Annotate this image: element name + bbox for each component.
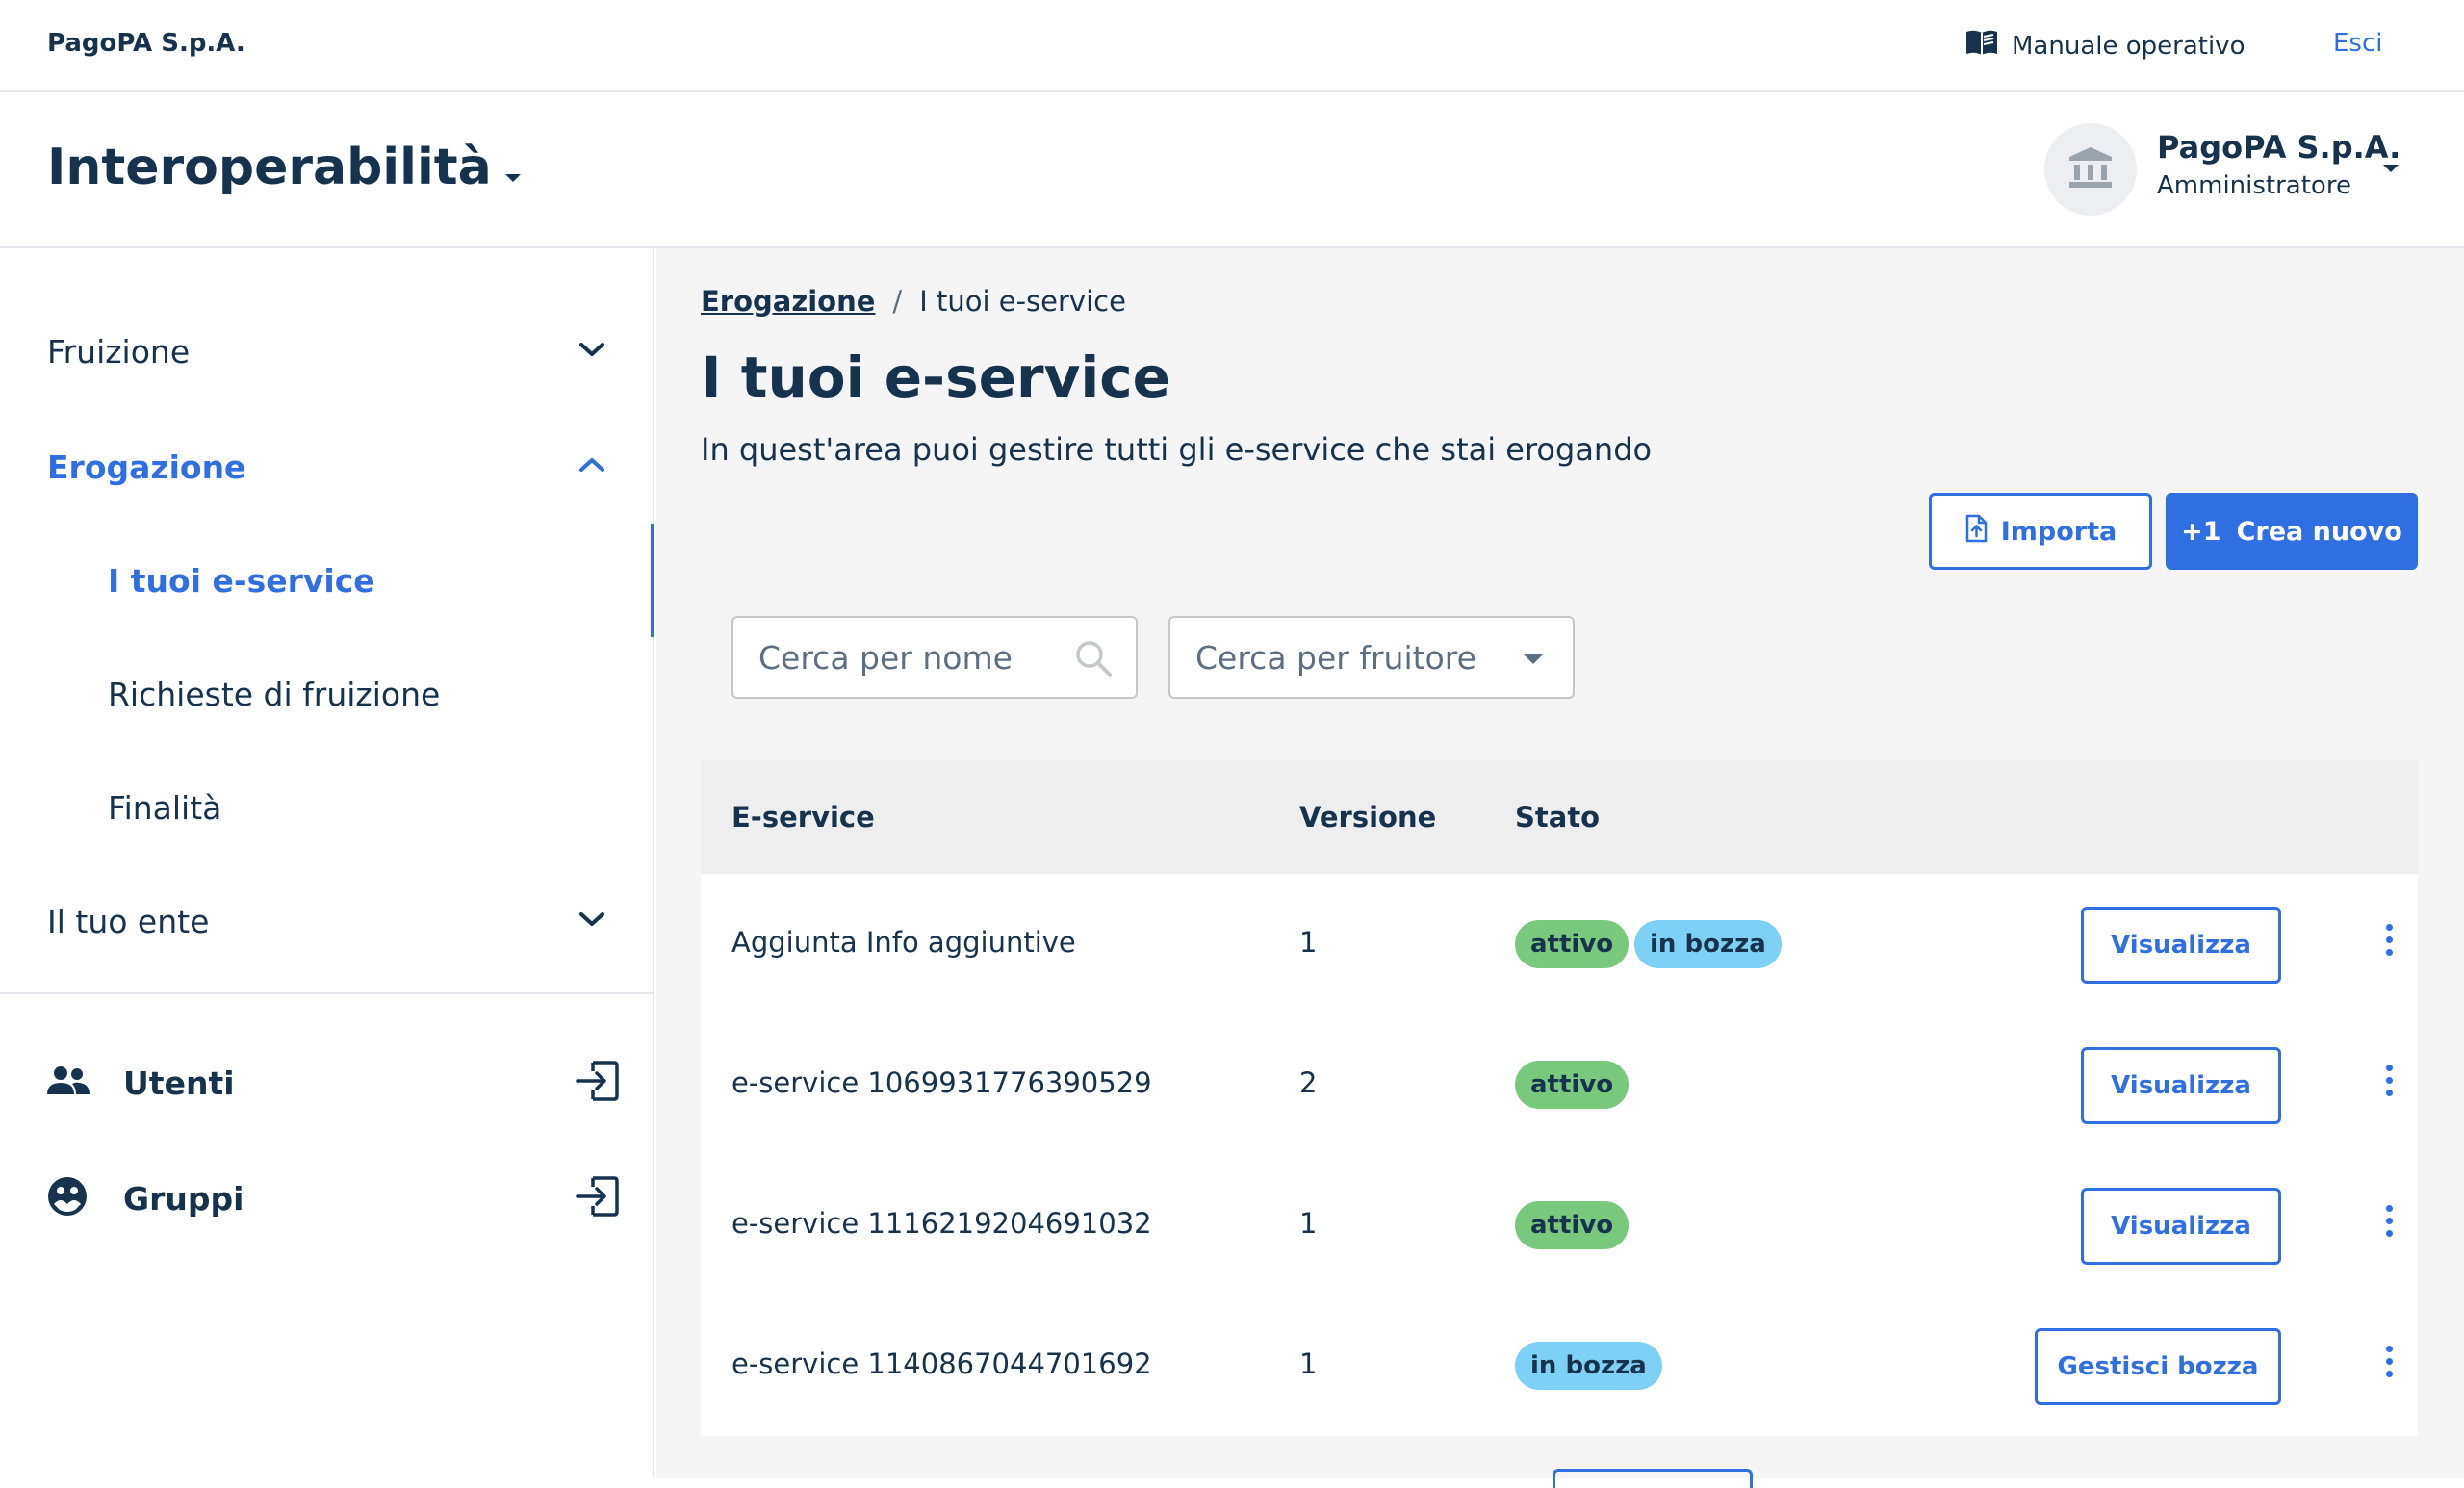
search-name-field xyxy=(732,616,1138,699)
eservice-name: e-service 1069931776390529 xyxy=(732,1066,1152,1099)
breadcrumb-separator: / xyxy=(892,285,903,318)
search-consumer-input[interactable] xyxy=(1170,638,1573,677)
page-title: I tuoi e-service xyxy=(701,345,1170,410)
table-header: E-service Versione Stato xyxy=(701,760,2418,874)
party-role: Amministratore xyxy=(2157,171,2351,200)
sidebar-item-gruppi[interactable]: Gruppi xyxy=(0,1145,654,1251)
sidebar-subitem-label: I tuoi e-service xyxy=(108,561,375,600)
book-open-icon xyxy=(1965,29,1998,63)
people-icon xyxy=(46,1065,90,1100)
party-avatar xyxy=(2044,123,2137,216)
external-link-icon xyxy=(576,1175,620,1221)
import-label: Importa xyxy=(2000,516,2118,547)
table-row: e-service 1140867044701692 1 in bozza Ge… xyxy=(701,1296,2418,1436)
sidebar-divider xyxy=(0,992,654,994)
breadcrumb-current: I tuoi e-service xyxy=(919,285,1126,318)
eservice-table: E-service Versione Stato Aggiunta Info a… xyxy=(701,760,2418,1436)
caret-down-icon xyxy=(503,139,523,196)
chevron-up-icon xyxy=(578,455,606,478)
eservice-version: 1 xyxy=(1299,1207,1318,1240)
sidebar: Fruizione Erogazione I tuoi e-service Ri… xyxy=(0,248,654,1478)
sidebar-item-label: Il tuo ente xyxy=(47,902,210,940)
exit-link[interactable]: Esci xyxy=(2333,29,2383,58)
sidebar-item-erogazione[interactable]: Erogazione xyxy=(0,410,654,524)
sidebar-subitem-richieste-fruizione[interactable]: Richieste di fruizione xyxy=(0,637,654,751)
sidebar-item-label: Fruizione xyxy=(47,332,191,371)
status-badge: attivo xyxy=(1515,1061,1630,1109)
table-row: e-service 1116219204691032 1 attivo Visu… xyxy=(701,1155,2418,1296)
partial-row-button[interactable] xyxy=(1553,1469,1753,1488)
page-description: In quest'area puoi gestire tutti gli e-s… xyxy=(701,431,1653,468)
sidebar-item-fruizione[interactable]: Fruizione xyxy=(0,295,654,408)
chevron-down-icon xyxy=(578,340,606,363)
eservice-name: e-service 1140867044701692 xyxy=(732,1347,1152,1380)
sidebar-subitem-label: Finalità xyxy=(108,788,222,827)
party-caret-down-icon[interactable] xyxy=(2381,160,2400,178)
eservice-version: 1 xyxy=(1299,1347,1318,1380)
sidebar-item-label: Gruppi xyxy=(123,1179,244,1218)
import-button[interactable]: Importa xyxy=(1929,493,2152,570)
sidebar-item-utenti[interactable]: Utenti xyxy=(0,1030,654,1136)
product-switcher[interactable]: Interoperabilità xyxy=(47,139,523,196)
table-row: Aggiunta Info aggiuntive 1 attivo in boz… xyxy=(701,874,2418,1014)
manual-label: Manuale operativo xyxy=(2012,31,2246,61)
sidebar-item-label: Utenti xyxy=(123,1064,235,1102)
breadcrumb-parent-link[interactable]: Erogazione xyxy=(701,285,875,318)
more-options-icon[interactable] xyxy=(2383,1205,2395,1244)
view-button[interactable]: Visualizza xyxy=(2081,907,2281,984)
sidebar-subitem-finalita[interactable]: Finalità xyxy=(0,751,654,864)
product-header: Interoperabilità PagoPA S.p.A. Amministr… xyxy=(0,92,2464,248)
top-bar: PagoPA S.p.A. Manuale operativo Esci xyxy=(0,0,2464,92)
status-badge: attivo xyxy=(1515,1201,1630,1249)
institution-icon xyxy=(2067,145,2114,193)
eservice-name: e-service 1116219204691032 xyxy=(732,1207,1152,1240)
manage-draft-button[interactable]: Gestisci bozza xyxy=(2035,1328,2281,1405)
search-icon xyxy=(1074,639,1113,681)
product-title: Interoperabilità xyxy=(47,139,492,196)
party-name: PagoPA S.p.A. xyxy=(2157,129,2401,166)
search-consumer-field[interactable] xyxy=(1168,616,1575,699)
chevron-down-icon xyxy=(578,910,606,933)
caret-down-icon xyxy=(1523,651,1544,669)
create-new-button[interactable]: +1 Crea nuovo xyxy=(2166,493,2418,570)
create-new-label: Crea nuovo xyxy=(2236,516,2402,547)
status-badge: in bozza xyxy=(1634,920,1782,968)
org-name: PagoPA S.p.A. xyxy=(47,29,245,58)
view-button[interactable]: Visualizza xyxy=(2081,1188,2281,1265)
eservice-version: 2 xyxy=(1299,1066,1318,1099)
group-icon xyxy=(46,1175,89,1221)
sidebar-item-label: Erogazione xyxy=(47,448,246,486)
main-content: Erogazione / I tuoi e-service I tuoi e-s… xyxy=(656,248,2464,1478)
sidebar-subitem-label: Richieste di fruizione xyxy=(108,675,441,713)
breadcrumb: Erogazione / I tuoi e-service xyxy=(701,285,1126,318)
view-button[interactable]: Visualizza xyxy=(2081,1047,2281,1124)
column-header-status: Stato xyxy=(1515,801,1601,834)
table-row: e-service 1069931776390529 2 attivo Visu… xyxy=(701,1014,2418,1155)
file-upload-icon xyxy=(1964,514,1988,550)
plus-one-icon: +1 xyxy=(2181,516,2221,547)
manual-link[interactable]: Manuale operativo xyxy=(1965,29,2245,63)
status-badge: attivo xyxy=(1515,920,1630,968)
column-header-eservice: E-service xyxy=(732,801,875,834)
column-header-version: Versione xyxy=(1299,801,1437,834)
external-link-icon xyxy=(576,1060,620,1106)
more-options-icon[interactable] xyxy=(2383,924,2395,962)
eservice-version: 1 xyxy=(1299,926,1318,959)
more-options-icon[interactable] xyxy=(2383,1065,2395,1103)
eservice-name: Aggiunta Info aggiuntive xyxy=(732,926,1076,959)
more-options-icon[interactable] xyxy=(2383,1346,2395,1384)
sidebar-item-tuo-ente[interactable]: Il tuo ente xyxy=(0,864,654,978)
party-info[interactable]: PagoPA S.p.A. Amministratore xyxy=(2157,129,2400,200)
status-badge: in bozza xyxy=(1515,1342,1662,1390)
sidebar-subitem-tuoi-eservice[interactable]: I tuoi e-service xyxy=(0,524,654,637)
